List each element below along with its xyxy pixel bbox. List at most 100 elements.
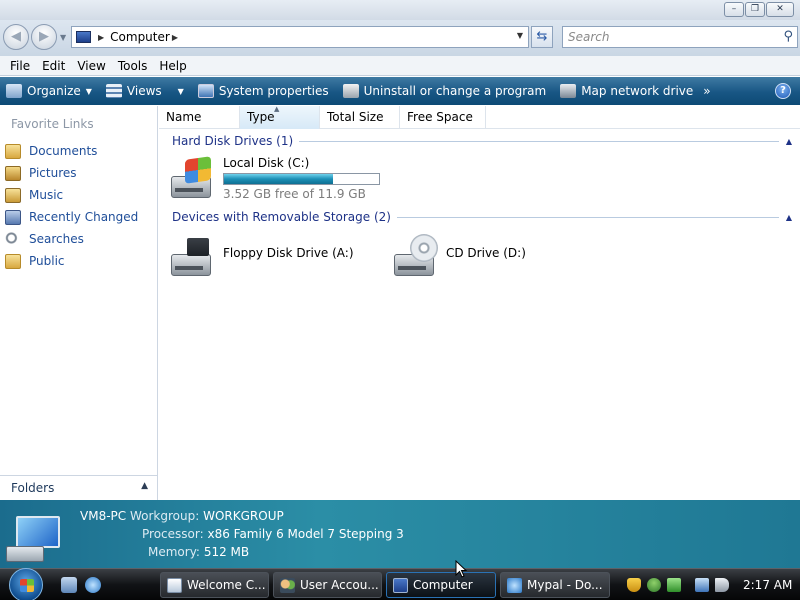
floppy-drive-icon [169, 234, 215, 278]
group-removable-storage[interactable]: Devices with Removable Storage (2) ▲ [172, 208, 792, 226]
command-bar: Organize ▼ Views ▼ System properties Uni… [0, 77, 800, 105]
show-desktop-icon[interactable] [61, 577, 77, 593]
windows-logo-icon [20, 579, 34, 592]
minimize-button[interactable]: – [724, 2, 744, 17]
column-headers: Name ▲ Type Total Size Free Space [159, 105, 800, 129]
sidebar-item-pictures[interactable]: Pictures [5, 162, 155, 184]
column-type[interactable]: ▲ Type [240, 105, 320, 129]
browser-icon [507, 577, 522, 593]
memory-label: Memory: [148, 545, 200, 559]
music-icon [5, 187, 21, 203]
menu-view[interactable]: View [71, 59, 111, 73]
map-network-drive-label: Map network drive [581, 84, 694, 98]
drive-floppy[interactable]: Floppy Disk Drive (A:) [169, 234, 354, 278]
taskbar-button-label: Computer [413, 578, 473, 592]
computer-name-line: VM8-PC Workgroup: WORKGROUP [80, 509, 284, 523]
volume-icon[interactable] [715, 578, 729, 592]
group-title: Devices with Removable Storage (2) [172, 210, 391, 224]
users-status-icon[interactable] [647, 578, 661, 592]
taskbar: Welcome C... User Accou... Computer Mypa… [0, 568, 800, 600]
organize-icon [6, 84, 22, 98]
network-icon[interactable] [695, 578, 709, 592]
sidebar-item-label: Documents [29, 144, 98, 158]
column-name[interactable]: Name [159, 106, 240, 129]
help-button[interactable]: ? [775, 83, 791, 99]
map-network-drive-button[interactable]: Map network drive [560, 84, 693, 98]
computer-icon [393, 577, 408, 593]
internet-explorer-icon[interactable] [85, 577, 101, 593]
memory-value: 512 MB [203, 545, 250, 559]
folder-icon [5, 253, 21, 269]
folder-icon [5, 143, 21, 159]
system-properties-button[interactable]: System properties [197, 84, 329, 98]
sort-arrow-icon: ▲ [274, 105, 280, 113]
sidebar-item-searches[interactable]: Searches [5, 228, 155, 250]
back-button[interactable]: ◀ [3, 24, 29, 50]
start-button[interactable] [9, 568, 43, 600]
uninstall-program-button[interactable]: Uninstall or change a program [342, 84, 546, 98]
breadcrumb-arrow-icon[interactable]: ▶ [172, 33, 178, 42]
taskbar-button-computer[interactable]: Computer [386, 572, 496, 598]
menu-help[interactable]: Help [153, 59, 192, 73]
search-input[interactable] [563, 27, 763, 47]
refresh-button[interactable]: ⇆ [531, 26, 553, 48]
breadcrumb-arrow-icon[interactable]: ▶ [98, 33, 104, 42]
search-icon [5, 231, 21, 247]
clock[interactable]: 2:17 AM [743, 578, 792, 592]
sidebar-item-public[interactable]: Public [5, 250, 155, 272]
menu-file[interactable]: File [4, 59, 36, 73]
menu-tools[interactable]: Tools [112, 59, 154, 73]
column-free-space[interactable]: Free Space [400, 106, 486, 129]
recent-icon [5, 209, 21, 225]
taskbar-button-user-accounts[interactable]: User Accou... [273, 572, 382, 598]
group-divider [396, 216, 779, 218]
chevron-down-icon[interactable]: ▼ [178, 87, 184, 96]
security-shield-icon[interactable] [627, 578, 641, 592]
sidebar-item-recently-changed[interactable]: Recently Changed [5, 206, 155, 228]
search-box[interactable]: ⚲ [562, 26, 798, 48]
network-drive-icon [560, 84, 577, 98]
disk-usage-fill [224, 174, 334, 184]
group-hard-disk-drives[interactable]: Hard Disk Drives (1) ▲ [172, 132, 792, 150]
drive-name: Floppy Disk Drive (A:) [223, 246, 354, 260]
collapse-icon[interactable]: ▲ [786, 213, 792, 222]
folders-toggle[interactable]: Folders ▲ [0, 475, 157, 500]
sidebar-item-label: Music [29, 188, 64, 202]
column-total-size[interactable]: Total Size [320, 106, 400, 129]
search-icon[interactable]: ⚲ [783, 29, 793, 44]
floppy-disk-icon [187, 238, 209, 256]
chevron-up-icon[interactable]: ▲ [141, 481, 148, 491]
favorite-links-heading: Favorite Links [11, 117, 94, 131]
collapse-icon[interactable]: ▲ [786, 137, 792, 146]
sidebar-item-label: Public [29, 254, 65, 268]
check-icon[interactable] [667, 578, 681, 592]
taskbar-button-mypal[interactable]: Mypal - Do... [500, 572, 610, 598]
sidebar-item-label: Pictures [29, 166, 77, 180]
address-dropdown-icon[interactable]: ▼ [517, 31, 523, 40]
sidebar-item-music[interactable]: Music [5, 184, 155, 206]
views-button[interactable]: Views ▼ [105, 84, 184, 98]
close-button[interactable]: ✕ [766, 2, 794, 17]
user-accounts-icon [280, 577, 295, 593]
drive-cd[interactable]: CD Drive (D:) [392, 234, 526, 278]
taskbar-button-welcome[interactable]: Welcome C... [160, 572, 269, 598]
group-title: Hard Disk Drives (1) [172, 134, 294, 148]
sidebar-item-documents[interactable]: Documents [5, 140, 155, 162]
memory-line: Memory: 512 MB [148, 545, 249, 559]
organize-button[interactable]: Organize ▼ [6, 84, 92, 98]
drive-local-disk[interactable]: Local Disk (C:) 3.52 GB free of 11.9 GB [169, 156, 380, 201]
maximize-button[interactable]: ❐ [745, 2, 765, 17]
recent-pages-dropdown[interactable]: ▼ [60, 33, 66, 42]
processor-label: Processor: [142, 527, 204, 541]
drive-free-space: 3.52 GB free of 11.9 GB [223, 187, 366, 201]
more-commands-button[interactable]: » [703, 84, 710, 98]
folders-label: Folders [11, 481, 55, 495]
breadcrumb-computer[interactable]: Computer [110, 30, 170, 44]
system-properties-label: System properties [218, 84, 329, 98]
menu-edit[interactable]: Edit [36, 59, 71, 73]
drive-slot [175, 266, 203, 270]
drive-info: Local Disk (C:) 3.52 GB free of 11.9 GB [223, 156, 380, 201]
forward-button[interactable]: ▶ [31, 24, 57, 50]
computer-base-shape [6, 546, 44, 562]
address-bar[interactable]: ▶ Computer ▶ ▼ [71, 26, 529, 48]
